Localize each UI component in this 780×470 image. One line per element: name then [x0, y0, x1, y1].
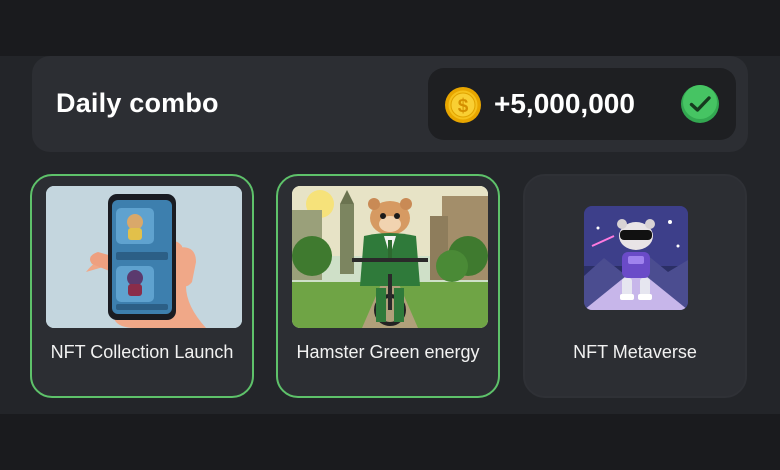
combo-card-hamster-green-energy[interactable]: Hamster Green energy [276, 174, 500, 398]
svg-text:$: $ [458, 96, 469, 117]
combo-card-nft-metaverse[interactable]: NFT Metaverse [523, 174, 747, 398]
hamster-metaverse-image [584, 206, 688, 310]
reward-pill: $ +5,000,000 [428, 68, 736, 140]
hamster-bicycle-image [292, 186, 488, 328]
daily-combo-bar: Daily combo $ +5,000,000 [32, 56, 748, 152]
bottom-band [0, 414, 780, 470]
card-label: NFT Collection Launch [50, 342, 234, 362]
top-band [0, 0, 780, 56]
reward-amount: +5,000,000 [494, 88, 635, 119]
card-label: NFT Metaverse [573, 342, 697, 362]
phone-nft-collection-image [46, 186, 242, 328]
coin-icon: $ [445, 87, 481, 123]
card-label: Hamster Green energy [296, 342, 480, 362]
check-circle-icon [681, 85, 719, 123]
daily-combo-title: Daily combo [56, 88, 219, 118]
combo-card-nft-collection[interactable]: NFT Collection Launch [30, 174, 254, 398]
